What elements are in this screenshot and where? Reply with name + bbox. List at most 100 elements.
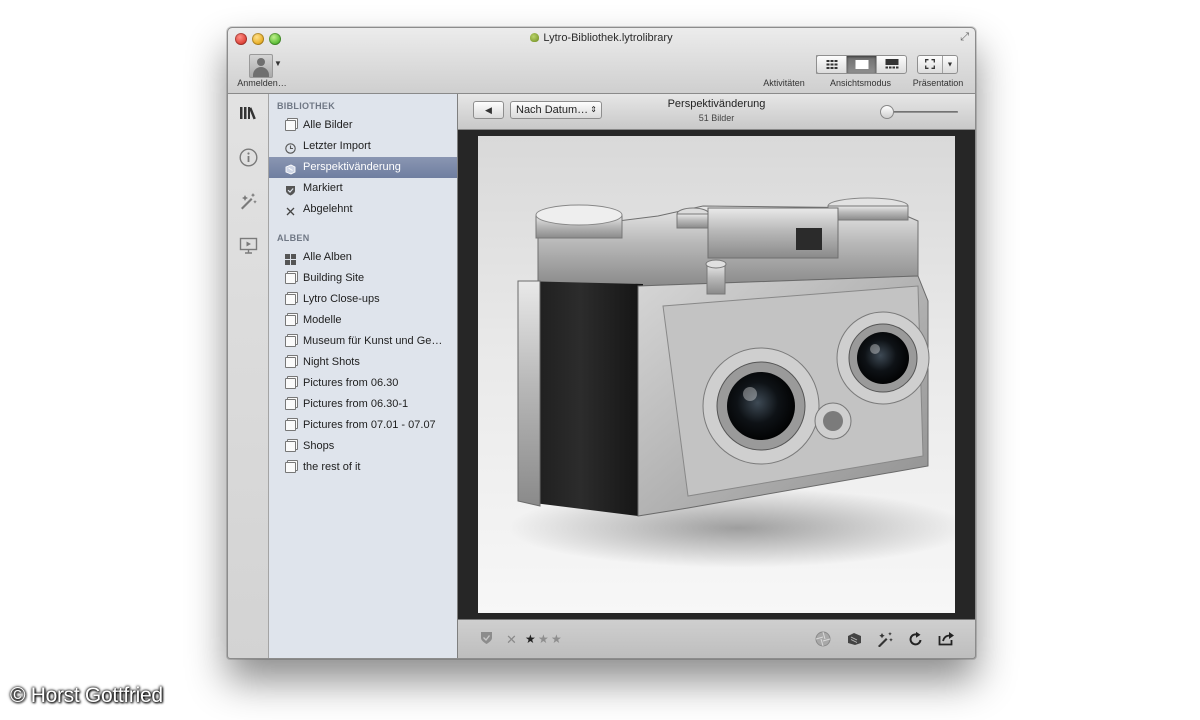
slideshow-icon[interactable] [237, 234, 259, 256]
presentation-menu-button[interactable]: ▼ [943, 56, 957, 73]
album-item[interactable]: the rest of it [269, 457, 457, 478]
sidebar-item-perspektivaenderung[interactable]: Perspektivänderung [269, 157, 457, 178]
stack-icon [285, 378, 296, 389]
reject-x-icon[interactable]: ✕ [503, 631, 520, 648]
app-window: Lytro-Bibliothek.lytrolibrary ⤢ ▼ Anmeld… [227, 27, 976, 659]
single-view-icon [855, 56, 868, 74]
rating-star-3[interactable]: ★ [551, 631, 562, 648]
stereo-camera-illustration [508, 197, 955, 568]
clock-icon [285, 141, 296, 154]
sidebar-item-alle-bilder[interactable]: Alle Bilder [269, 115, 457, 136]
presentation-button[interactable] [918, 56, 943, 73]
album-item[interactable]: Pictures from 06.30 [269, 373, 457, 394]
window-title-text: Lytro-Bibliothek.lytrolibrary [543, 32, 673, 44]
album-item[interactable]: Pictures from 06.30-1 [269, 394, 457, 415]
view-mode-segmented-control [816, 55, 907, 74]
layers-icon[interactable] [846, 631, 863, 648]
account-avatar-button[interactable] [249, 54, 273, 78]
viewer-bottom-bar: ✕ ★ ★ ★ [458, 619, 975, 658]
fullscreen-icon [925, 56, 935, 74]
flag-shield-icon[interactable] [478, 631, 495, 648]
activities-label: Aktivitäten [763, 78, 805, 88]
library-document-icon [530, 33, 540, 42]
sidebar-item-label: Markiert [303, 182, 343, 194]
sidebar-item-alle-alben[interactable]: Alle Alben [269, 247, 457, 268]
living-picture-icon[interactable] [814, 631, 831, 648]
presentation-label: Präsentation [912, 78, 964, 88]
view-mode-single-button[interactable] [847, 56, 877, 73]
album-item-label: Pictures from 07.01 - 07.07 [303, 419, 436, 431]
album-item[interactable]: Building Site [269, 268, 457, 289]
sidebar-item-abgelehnt[interactable]: Abgelehnt [269, 199, 457, 220]
grid-view-icon [826, 56, 837, 74]
living-picture[interactable] [478, 136, 955, 613]
album-item-label: Shops [303, 440, 335, 452]
album-item-label: Pictures from 06.30-1 [303, 398, 409, 410]
sidebar-item-letzter-import[interactable]: Letzter Import [269, 136, 457, 157]
sidebar-item-label: Alle Alben [303, 251, 352, 263]
view-mode-label: Ansichtsmodus [829, 78, 892, 88]
library-icon[interactable] [237, 102, 259, 124]
info-icon[interactable] [237, 146, 259, 168]
albums-heading: ALBEN [277, 233, 310, 243]
window-title: Lytro-Bibliothek.lytrolibrary [228, 32, 975, 44]
stack-icon [285, 441, 296, 452]
album-item-label: the rest of it [303, 461, 361, 473]
album-item[interactable]: Museum für Kunst und Ge… [269, 331, 457, 352]
stack-icon [285, 273, 296, 284]
grid-icon [285, 252, 296, 265]
x-icon [285, 204, 296, 216]
album-item[interactable]: Shops [269, 436, 457, 457]
presentation-control: ▼ [917, 55, 958, 74]
library-heading: BIBLIOTHEK [277, 101, 335, 111]
viewer-toolbar: ◀ Nach Datum… ⇕ Perspektivänderung 51 Bi… [458, 94, 975, 130]
viewer-title: Perspektivänderung [667, 98, 766, 110]
copyright-watermark: © Horst Gottfried [10, 684, 163, 707]
rotate-icon[interactable] [907, 631, 924, 648]
sidebar-item-label: Letzter Import [303, 140, 371, 152]
album-item[interactable]: Modelle [269, 310, 457, 331]
view-mode-grid-button[interactable] [817, 56, 847, 73]
album-item-label: Modelle [303, 314, 342, 326]
stack-icon [285, 294, 296, 305]
avatar-head [257, 58, 265, 66]
stack-icon [285, 462, 296, 473]
mode-rail [228, 94, 269, 658]
sidebar-item-label: Alle Bilder [303, 119, 353, 131]
perspective-icon [285, 162, 296, 175]
viewer-count: 51 Bilder [698, 113, 735, 123]
stack-icon [285, 336, 296, 347]
zoom-slider-knob[interactable] [880, 105, 894, 119]
stack-icon [285, 357, 296, 368]
account-caret-icon[interactable]: ▼ [274, 59, 282, 68]
stack-icon [285, 399, 296, 410]
album-item-label: Building Site [303, 272, 365, 284]
title-toolbar: Lytro-Bibliothek.lytrolibrary ⤢ ▼ Anmeld… [228, 28, 975, 94]
album-item-label: Lytro Close-ups [303, 293, 380, 305]
view-mode-filmstrip-button[interactable] [877, 56, 906, 73]
presentation-caret-icon: ▼ [946, 61, 954, 68]
rating-star-2[interactable]: ★ [538, 631, 549, 648]
avatar-body [253, 67, 269, 77]
filmstrip-view-icon [885, 56, 898, 74]
sidebar: BIBLIOTHEK Alle Bilder Letzter Import Pe… [269, 94, 458, 658]
rating-star-1[interactable]: ★ [525, 631, 536, 648]
album-item[interactable]: Lytro Close-ups [269, 289, 457, 310]
magic-wand-icon[interactable] [876, 631, 893, 648]
zoom-slider-track[interactable] [888, 111, 958, 113]
sidebar-item-markiert[interactable]: Markiert [269, 178, 457, 199]
stack-icon [285, 315, 296, 326]
sidebar-item-label: Abgelehnt [303, 203, 353, 215]
account-label: Anmelden… [237, 78, 287, 88]
album-item-label: Pictures from 06.30 [303, 377, 399, 389]
stack-icon [285, 420, 296, 431]
album-item-label: Night Shots [303, 356, 360, 368]
share-icon[interactable] [938, 631, 955, 648]
fullscreen-corner-icon[interactable]: ⤢ [960, 31, 969, 44]
adjust-icon[interactable] [237, 190, 259, 212]
album-item-label: Museum für Kunst und Ge… [303, 335, 443, 347]
album-item[interactable]: Night Shots [269, 352, 457, 373]
album-item[interactable]: Pictures from 07.01 - 07.07 [269, 415, 457, 436]
flag-shield-icon [285, 183, 296, 196]
viewer-pane: ◀ Nach Datum… ⇕ Perspektivänderung 51 Bi… [458, 94, 975, 658]
